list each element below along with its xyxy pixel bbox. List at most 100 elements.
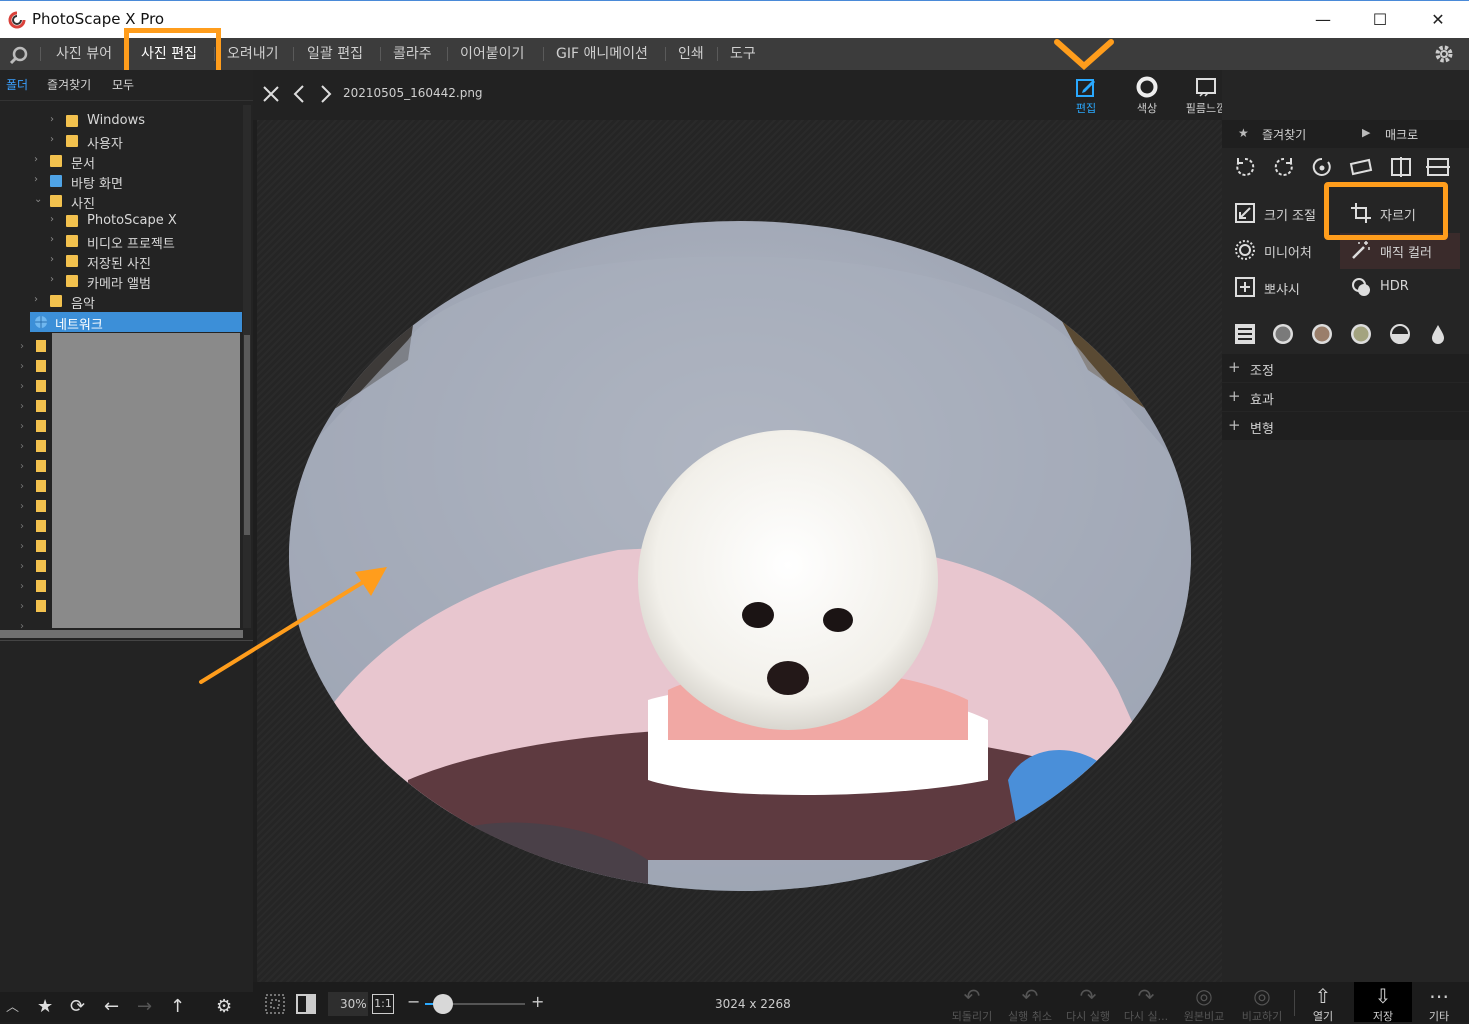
minimize-button[interactable]: — (1311, 8, 1335, 32)
tree-item-pictures[interactable]: ⌄ 사진 (0, 191, 242, 212)
tree-item-label: 바탕 화면 (71, 177, 123, 192)
straighten-icon[interactable] (1349, 156, 1373, 178)
section-label: 변형 (1250, 422, 1274, 437)
previous-image-icon[interactable] (293, 84, 305, 104)
action-label: 다시 실... (1123, 1010, 1169, 1023)
revert-button[interactable]: ↶ 되돌리기 (946, 984, 998, 1024)
macro-button[interactable]: 매크로 (1385, 126, 1418, 143)
tree-item-label: 사진 (71, 197, 95, 212)
tab-all[interactable]: 모두 (112, 76, 134, 93)
tree-item-saved-pictures[interactable]: › 저장된 사진 (0, 251, 242, 272)
highlight-crop-button (1324, 182, 1448, 240)
tree-item-music[interactable]: › 음악 (0, 291, 242, 312)
sparkle-icon (1235, 277, 1255, 297)
menu-cut-out[interactable]: 오려내기 (227, 38, 279, 70)
section-transform[interactable]: + 변형 (1222, 412, 1469, 440)
zoom-level[interactable]: 30% (340, 997, 367, 1011)
tree-item-label: 저장된 사진 (87, 257, 151, 272)
compare-view-icon[interactable] (296, 994, 316, 1014)
file-name: 20210505_160442.png (343, 86, 483, 100)
arrow-right-icon[interactable]: → (137, 996, 152, 1017)
favorites-button[interactable]: 즐겨찾기 (1262, 126, 1306, 143)
filter-preset-gray-icon[interactable] (1272, 323, 1294, 345)
color-icon (1136, 76, 1158, 98)
close-icon[interactable] (262, 85, 280, 103)
tree-scrollbar[interactable] (243, 105, 251, 628)
menu-batch-edit[interactable]: 일괄 편집 (307, 38, 363, 70)
tab-folder[interactable]: 폴더 (6, 76, 28, 93)
upload-icon: ⇧ (1314, 984, 1332, 1008)
filter-preset-fade-icon[interactable] (1389, 323, 1411, 345)
zoom-in-button[interactable]: + (531, 992, 544, 1011)
image-canvas[interactable] (257, 120, 1224, 982)
settings-gear-icon[interactable] (1433, 43, 1455, 65)
resize-label: 크기 조절 (1264, 209, 1316, 224)
tree-item-video-projects[interactable]: › 비디오 프로젝트 (0, 231, 242, 252)
maximize-button[interactable]: ☐ (1368, 8, 1392, 32)
undo-button[interactable]: ↶ 실행 취소 (1004, 984, 1056, 1024)
arrow-left-icon[interactable]: ← (104, 996, 119, 1017)
miniature-icon (1235, 240, 1255, 260)
save-button[interactable]: ⇩ 저장 (1354, 982, 1412, 1023)
hdr-button[interactable]: HDR (1350, 274, 1460, 302)
rotate-free-icon[interactable] (1311, 156, 1333, 178)
menu-print[interactable]: 인쇄 (678, 38, 704, 70)
menu-tools[interactable]: 도구 (730, 38, 756, 70)
tree-item-users[interactable]: › 사용자 (0, 131, 242, 152)
open-button[interactable]: ⇧ 열기 (1297, 984, 1349, 1024)
action-label: 되돌리기 (951, 1010, 993, 1023)
tree-item-photoscape-x[interactable]: › PhotoScape X (0, 211, 242, 231)
bokeh-button[interactable]: 뽀샤시 (1234, 274, 1344, 302)
star-icon[interactable]: ★ (37, 996, 53, 1017)
menu-collage[interactable]: 콜라주 (393, 38, 432, 70)
search-icon[interactable] (9, 45, 29, 65)
menu-combine[interactable]: 이어붙이기 (460, 38, 524, 70)
more-button[interactable]: ⋯ 기타 (1413, 984, 1465, 1024)
tree-item-windows[interactable]: › Windows (0, 111, 242, 131)
filter-preset-sepia-icon[interactable] (1311, 323, 1333, 345)
redo-all-button[interactable]: ↷ 다시 실... (1120, 984, 1172, 1024)
action-label: 저장 (1372, 1010, 1394, 1023)
more-icon: ⋯ (1429, 984, 1449, 1008)
section-effects[interactable]: + 효과 (1222, 383, 1469, 411)
undo-icon: ↶ (1021, 984, 1039, 1008)
actual-size-button[interactable]: 1:1 (372, 994, 394, 1014)
hdr-icon (1352, 278, 1370, 296)
droplet-icon[interactable] (1427, 323, 1449, 345)
miniature-button[interactable]: 미니어처 (1234, 237, 1344, 265)
annotation-arrow (199, 567, 387, 684)
original-compare-button[interactable]: ◎ 원본비교 (1178, 984, 1230, 1024)
flip-vertical-icon[interactable] (1426, 156, 1450, 178)
menu-photo-viewer[interactable]: 사진 뷰어 (56, 38, 112, 70)
tool-color[interactable]: 색상 (1119, 74, 1175, 120)
tool-edit[interactable]: 편집 (1058, 74, 1114, 120)
rotate-left-icon[interactable] (1234, 156, 1256, 178)
tree-item-desktop[interactable]: › 바탕 화면 (0, 171, 242, 192)
tree-item-network[interactable]: 네트워크 (30, 312, 242, 333)
chevron-up-icon[interactable]: ︿ (6, 996, 19, 1015)
menu-gif-animation[interactable]: GIF 애니메이션 (556, 38, 648, 70)
section-adjust[interactable]: + 조정 (1222, 354, 1469, 382)
zoom-out-button[interactable]: − (407, 992, 420, 1011)
close-window-button[interactable]: ✕ (1426, 8, 1450, 32)
list-presets-icon[interactable] (1234, 323, 1256, 345)
refresh-icon[interactable]: ⟳ (70, 996, 85, 1017)
tree-item-camera-roll[interactable]: › 카메라 앨범 (0, 271, 242, 292)
tree-item-documents[interactable]: › 문서 (0, 151, 242, 172)
plus-icon: + (1228, 358, 1241, 376)
tab-favorites[interactable]: 즐겨찾기 (47, 76, 91, 93)
zoom-slider[interactable] (425, 994, 525, 1014)
next-image-icon[interactable] (320, 84, 332, 104)
magic-wand-icon (1352, 241, 1370, 259)
filter-preset-green-icon[interactable] (1350, 323, 1372, 345)
edit-icon (1076, 79, 1095, 97)
flip-horizontal-icon[interactable] (1390, 156, 1412, 178)
tree-item-label: 사용자 (87, 137, 123, 152)
compare-button[interactable]: ◎ 비교하기 (1236, 984, 1288, 1024)
arrow-up-icon[interactable]: ↑ (170, 996, 185, 1017)
redo-button[interactable]: ↷ 다시 실행 (1062, 984, 1114, 1024)
magic-color-button[interactable]: 매직 컬러 (1350, 237, 1460, 265)
rotate-right-icon[interactable] (1273, 156, 1295, 178)
settings-gear-icon[interactable]: ⚙ (216, 996, 232, 1017)
grid-view-icon[interactable] (265, 994, 285, 1014)
